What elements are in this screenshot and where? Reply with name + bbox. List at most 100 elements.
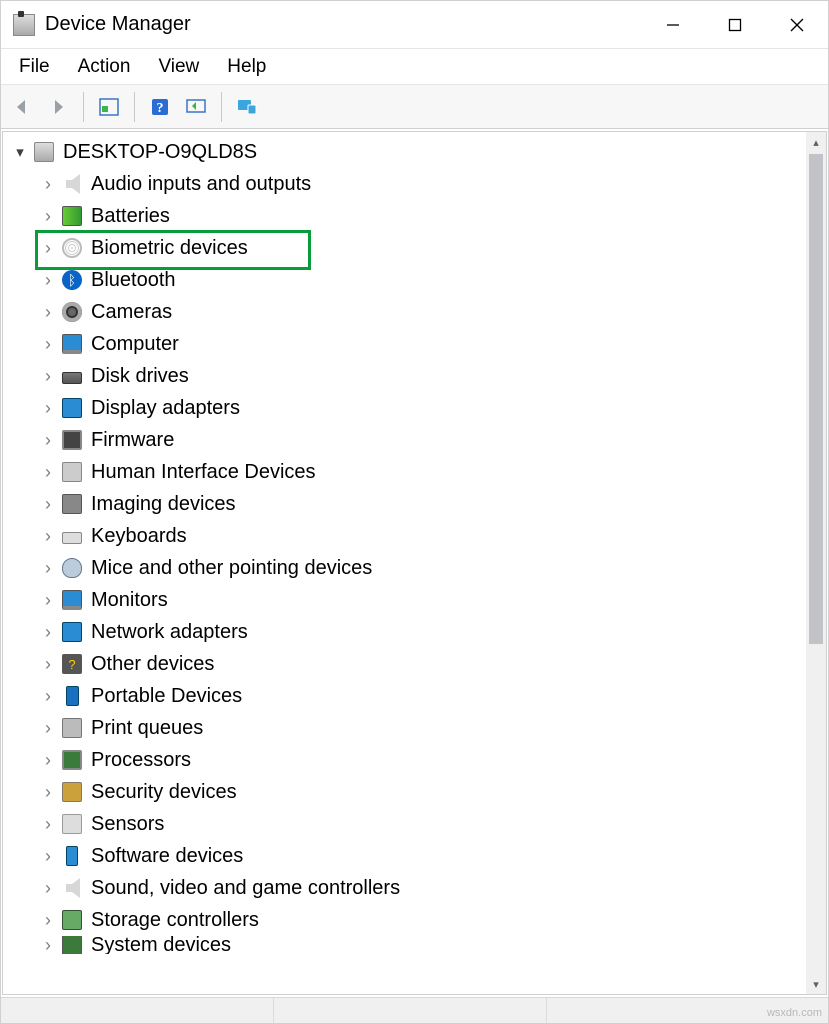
tree-item-label: Other devices <box>91 653 214 676</box>
chevron-down-icon[interactable] <box>9 143 31 161</box>
mouse-icon <box>61 557 83 579</box>
tree-item-biometric[interactable]: Biometric devices <box>37 232 806 264</box>
tree-item-sound[interactable]: Sound, video and game controllers <box>37 872 806 904</box>
chevron-right-icon[interactable] <box>37 526 59 547</box>
toolbar: ? <box>1 85 828 129</box>
keyboard-icon <box>61 525 83 547</box>
monitor-icon <box>61 333 83 355</box>
chevron-right-icon[interactable] <box>37 590 59 611</box>
tree-item-keyboards[interactable]: Keyboards <box>37 520 806 552</box>
chevron-right-icon[interactable] <box>37 302 59 323</box>
tree-item-label: Imaging devices <box>91 493 236 516</box>
chip-icon <box>61 429 83 451</box>
tree-item-hid[interactable]: Human Interface Devices <box>37 456 806 488</box>
chevron-right-icon[interactable] <box>37 270 59 291</box>
sound-icon <box>61 877 83 899</box>
tree-root[interactable]: DESKTOP-O9QLD8S <box>9 136 806 168</box>
chevron-right-icon[interactable] <box>37 238 59 259</box>
properties-pane-button[interactable] <box>92 91 126 123</box>
scroll-up-arrow-icon[interactable]: ▴ <box>806 132 826 152</box>
tree-item-label: Firmware <box>91 429 174 452</box>
scroll-down-arrow-icon[interactable]: ▾ <box>806 974 826 994</box>
tree-container: DESKTOP-O9QLD8SAudio inputs and outputsB… <box>2 131 827 995</box>
help-button[interactable]: ? <box>143 91 177 123</box>
tree-item-monitors[interactable]: Monitors <box>37 584 806 616</box>
chevron-right-icon[interactable] <box>37 686 59 707</box>
chevron-right-icon[interactable] <box>37 366 59 387</box>
hdd-icon <box>61 365 83 387</box>
chevron-right-icon[interactable] <box>37 558 59 579</box>
app-icon <box>13 14 35 36</box>
chevron-right-icon[interactable] <box>37 782 59 803</box>
chevron-right-icon[interactable] <box>37 718 59 739</box>
menu-view[interactable]: View <box>146 52 211 82</box>
chevron-right-icon[interactable] <box>37 430 59 451</box>
chevron-right-icon[interactable] <box>37 622 59 643</box>
hid-icon <box>61 461 83 483</box>
tree-item-mice[interactable]: Mice and other pointing devices <box>37 552 806 584</box>
chevron-right-icon[interactable] <box>37 654 59 675</box>
tree-item-label: Sensors <box>91 813 164 836</box>
chevron-right-icon[interactable] <box>37 846 59 867</box>
tree-item-system[interactable]: System devices <box>37 936 806 954</box>
tree-item-processors[interactable]: Processors <box>37 744 806 776</box>
storage-icon <box>61 909 83 931</box>
tree-item-label: Disk drives <box>91 365 189 388</box>
menu-help[interactable]: Help <box>215 52 278 82</box>
tree-item-sensors[interactable]: Sensors <box>37 808 806 840</box>
tree-item-portable[interactable]: Portable Devices <box>37 680 806 712</box>
menu-file[interactable]: File <box>7 52 62 82</box>
tree-item-other[interactable]: ? Other devices <box>37 648 806 680</box>
device-tree[interactable]: DESKTOP-O9QLD8SAudio inputs and outputsB… <box>3 132 806 994</box>
forward-button[interactable] <box>41 91 75 123</box>
unknown-device-icon: ? <box>61 653 83 675</box>
tree-item-bluetooth[interactable]: ᛒBluetooth <box>37 264 806 296</box>
sensor-icon <box>61 813 83 835</box>
tree-item-label: Computer <box>91 333 179 356</box>
tree-item-label: Portable Devices <box>91 685 242 708</box>
security-icon <box>61 781 83 803</box>
tree-item-diskdrives[interactable]: Disk drives <box>37 360 806 392</box>
tree-item-print[interactable]: Print queues <box>37 712 806 744</box>
back-button[interactable] <box>5 91 39 123</box>
close-button[interactable] <box>766 1 828 49</box>
menu-bar: File Action View Help <box>1 49 828 85</box>
chevron-right-icon[interactable] <box>37 878 59 899</box>
minimize-button[interactable] <box>642 1 704 49</box>
chevron-right-icon[interactable] <box>37 750 59 771</box>
tree-item-network[interactable]: Network adapters <box>37 616 806 648</box>
vertical-scrollbar[interactable]: ▴ ▾ <box>806 132 826 994</box>
tree-item-imaging[interactable]: Imaging devices <box>37 488 806 520</box>
tree-item-label: Monitors <box>91 589 168 612</box>
tree-item-display[interactable]: Display adapters <box>37 392 806 424</box>
nic-icon <box>61 621 83 643</box>
tree-item-label: Network adapters <box>91 621 248 644</box>
maximize-button[interactable] <box>704 1 766 49</box>
chevron-right-icon[interactable] <box>37 936 59 954</box>
menu-action[interactable]: Action <box>66 52 143 82</box>
computer-root-icon <box>33 141 55 163</box>
tree-item-software[interactable]: Software devices <box>37 840 806 872</box>
display-icon <box>61 589 83 611</box>
chevron-right-icon[interactable] <box>37 206 59 227</box>
chevron-right-icon[interactable] <box>37 494 59 515</box>
scan-hardware-button[interactable] <box>179 91 213 123</box>
chevron-right-icon[interactable] <box>37 398 59 419</box>
scroll-thumb[interactable] <box>809 154 823 644</box>
tree-item-audio[interactable]: Audio inputs and outputs <box>37 168 806 200</box>
tree-item-computer[interactable]: Computer <box>37 328 806 360</box>
tree-item-label: Display adapters <box>91 397 240 420</box>
devices-view-button[interactable] <box>230 91 264 123</box>
tree-item-cameras[interactable]: Cameras <box>37 296 806 328</box>
tree-item-security[interactable]: Security devices <box>37 776 806 808</box>
tree-item-firmware[interactable]: Firmware <box>37 424 806 456</box>
tree-item-batteries[interactable]: Batteries <box>37 200 806 232</box>
camera-icon <box>61 301 83 323</box>
chevron-right-icon[interactable] <box>37 910 59 931</box>
tree-item-label: Keyboards <box>91 525 187 548</box>
chevron-right-icon[interactable] <box>37 462 59 483</box>
chevron-right-icon[interactable] <box>37 334 59 355</box>
tree-item-storage[interactable]: Storage controllers <box>37 904 806 936</box>
chevron-right-icon[interactable] <box>37 814 59 835</box>
chevron-right-icon[interactable] <box>37 174 59 195</box>
